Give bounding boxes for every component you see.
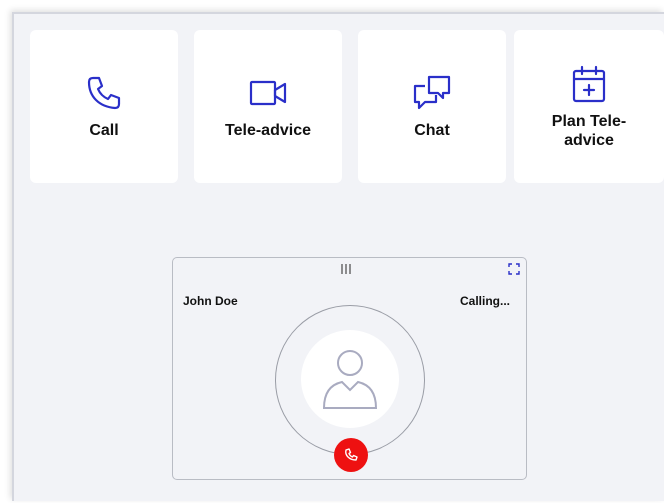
hangup-button[interactable] (334, 438, 368, 472)
chat-bubbles-icon (412, 73, 452, 113)
app-frame: Call Tele-advice Chat Plan Tele-advice J… (0, 0, 664, 503)
plan-tele-advice-label: Plan Tele-advice (551, 112, 627, 149)
tele-advice-action-tile[interactable]: Tele-advice (194, 30, 342, 183)
call-widget: John Doe Calling... (172, 257, 527, 480)
chat-action-tile[interactable]: Chat (358, 30, 506, 183)
phone-icon (84, 73, 124, 113)
main-panel: Call Tele-advice Chat Plan Tele-advice J… (12, 12, 664, 501)
caller-name: John Doe (183, 294, 238, 308)
call-action-tile[interactable]: Call (30, 30, 178, 183)
tele-advice-label: Tele-advice (225, 122, 311, 139)
user-avatar-icon (320, 346, 380, 412)
plan-tele-advice-action-tile[interactable]: Plan Tele-advice (514, 30, 664, 183)
video-camera-icon (248, 73, 288, 113)
call-status: Calling... (459, 294, 510, 308)
hangup-icon (343, 447, 359, 463)
calendar-plus-icon (569, 64, 609, 104)
expand-icon[interactable] (508, 263, 520, 275)
call-label: Call (89, 122, 119, 139)
avatar (301, 330, 399, 428)
drag-handle-icon[interactable] (339, 262, 353, 276)
chat-label: Chat (414, 122, 450, 139)
